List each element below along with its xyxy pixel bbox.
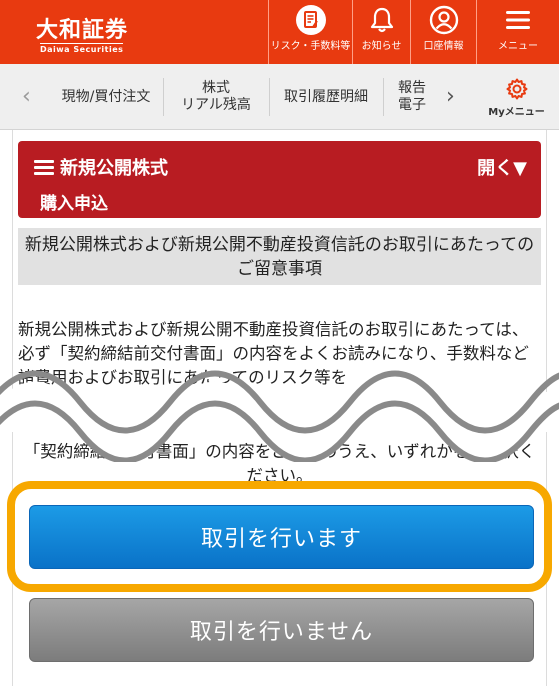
nav-item-label: 報告 電子 bbox=[398, 80, 426, 113]
account-info-label: 口座情報 bbox=[423, 41, 464, 52]
logo-subtext: Daiwa Securities bbox=[40, 43, 124, 54]
nav-divider bbox=[383, 78, 384, 116]
nav-item-label: 株式 リアル残高 bbox=[181, 80, 251, 113]
notifications-label: お知らせ bbox=[361, 41, 402, 52]
menu-button[interactable]: メニュー bbox=[476, 0, 559, 64]
hamburger-menu-icon bbox=[505, 0, 531, 40]
nav-item-stock-balance[interactable]: 株式 リアル残高 bbox=[164, 64, 268, 130]
account-info-button[interactable]: 口座情報 bbox=[410, 0, 476, 64]
section-title: 新規公開株式 bbox=[34, 154, 168, 180]
notifications-button[interactable]: お知らせ bbox=[352, 0, 410, 64]
quick-nav-bar: ‹ 現物/買付注文 株式 リアル残高 取引履歴明細 報告 電子 › Myメニュー bbox=[0, 64, 559, 130]
risk-fees-button[interactable]: リスク・手数料等 bbox=[268, 0, 352, 64]
my-menu-label: Myメニュー bbox=[488, 106, 545, 118]
app-header: 大和証券 Daiwa Securities リスク・手数料等 お知らせ 口座情報… bbox=[0, 0, 559, 64]
list-icon bbox=[34, 157, 54, 178]
user-icon bbox=[429, 0, 459, 40]
decline-trade-button[interactable]: 取引を行いません bbox=[29, 598, 534, 662]
document-pen-icon bbox=[295, 0, 327, 40]
brand-logo[interactable]: 大和証券 Daiwa Securities bbox=[0, 0, 268, 64]
expand-toggle[interactable]: 開く▼ bbox=[477, 154, 527, 180]
nav-item-transaction-history[interactable]: 取引履歴明細 bbox=[270, 64, 382, 130]
chevron-right-icon[interactable]: › bbox=[446, 84, 455, 109]
gear-icon bbox=[506, 78, 527, 99]
section-header[interactable]: 新規公開株式 開く▼ 購入申込 bbox=[18, 141, 541, 218]
chevron-left-icon[interactable]: ‹ bbox=[22, 84, 31, 109]
menu-label: メニュー bbox=[498, 41, 538, 52]
nav-item-e-reports[interactable]: 報告 電子 bbox=[398, 64, 438, 130]
logo-text: 大和証券 bbox=[36, 17, 129, 43]
my-menu-button[interactable]: Myメニュー bbox=[474, 64, 559, 130]
notice-heading: 新規公開株式および新規公開不動産投資信託のお取引にあたってのご留意事項 bbox=[18, 228, 541, 285]
section-title-text: 新規公開株式 bbox=[60, 158, 168, 179]
section-subtitle: 購入申込 bbox=[40, 194, 108, 214]
proceed-trade-button[interactable]: 取引を行います bbox=[29, 505, 534, 569]
nav-item-label: 現物/買付注文 bbox=[61, 88, 151, 105]
risk-fees-label: リスク・手数料等 bbox=[270, 41, 351, 52]
nav-item-spot-order[interactable]: 現物/買付注文 bbox=[50, 64, 162, 130]
bell-icon bbox=[369, 0, 395, 40]
nav-item-label: 取引履歴明細 bbox=[284, 88, 368, 105]
content-cut-wave bbox=[0, 370, 559, 462]
